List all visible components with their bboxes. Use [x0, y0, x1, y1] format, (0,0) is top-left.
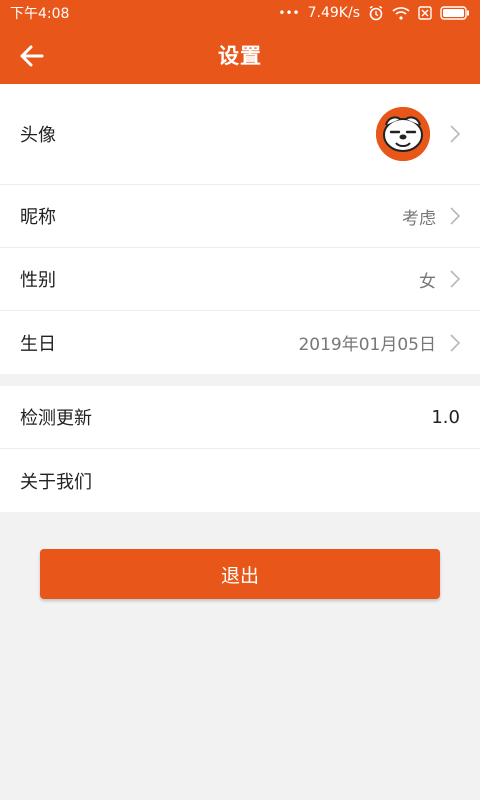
- nickname-label: 昵称: [20, 207, 56, 228]
- check-update-label: 检测更新: [20, 408, 92, 429]
- page-title: 设置: [218, 44, 262, 68]
- section-divider: [0, 374, 480, 386]
- birthday-value: 2019年01月05日: [298, 335, 436, 355]
- back-arrow-icon[interactable]: [18, 42, 46, 70]
- chevron-right-icon: [450, 270, 460, 288]
- status-icons: ••• 7.49K/s: [278, 5, 470, 21]
- status-time: 下午4:08: [10, 6, 70, 22]
- birthday-row[interactable]: 生日 2019年01月05日: [0, 311, 480, 374]
- gender-row[interactable]: 性别 女: [0, 248, 480, 311]
- logout-container: 退出: [0, 512, 480, 599]
- chevron-right-icon: [450, 207, 460, 225]
- alarm-icon: [369, 5, 383, 21]
- status-dots: •••: [278, 6, 300, 20]
- avatar-row[interactable]: 头像: [0, 84, 480, 185]
- gender-value: 女: [419, 271, 436, 292]
- app-bar: 设置: [0, 26, 480, 84]
- wifi-icon: [392, 7, 410, 20]
- avatar: [376, 107, 430, 161]
- gender-label: 性别: [20, 270, 56, 291]
- status-bar: 下午4:08 ••• 7.49K/s: [0, 0, 480, 26]
- sim-icon: [418, 6, 432, 20]
- birthday-label: 生日: [20, 333, 56, 355]
- app-group: 检测更新 1.0 关于我们: [0, 386, 480, 512]
- profile-group: 头像 昵称 考虑 性别 女 生日 2019年01月05日: [0, 84, 480, 374]
- logout-button[interactable]: 退出: [40, 549, 440, 599]
- about-us-row[interactable]: 关于我们: [0, 449, 480, 512]
- chevron-right-icon: [450, 125, 460, 143]
- avatar-dog-icon: [376, 107, 430, 161]
- chevron-right-icon: [450, 333, 460, 352]
- check-update-row[interactable]: 检测更新 1.0: [0, 386, 480, 449]
- avatar-label: 头像: [20, 125, 56, 146]
- battery-icon: [440, 6, 469, 20]
- version-value: 1.0: [431, 406, 460, 428]
- nickname-value: 考虑: [402, 208, 436, 229]
- network-speed: 7.49K/s: [307, 5, 360, 21]
- nickname-row[interactable]: 昵称 考虑: [0, 185, 480, 248]
- about-us-label: 关于我们: [20, 471, 92, 493]
